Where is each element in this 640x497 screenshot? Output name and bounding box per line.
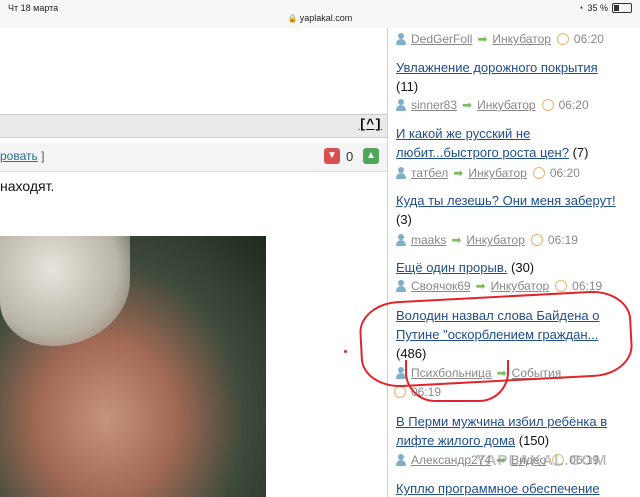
user-icon xyxy=(396,167,406,179)
arrow-icon: ➡ xyxy=(475,279,486,293)
sidebar: DedGerFoll ➡ Инкубатор 06:20 Увлажнение … xyxy=(388,28,640,497)
thumb-down-icon[interactable]: ▼ xyxy=(324,148,340,164)
item-title[interactable]: Куплю программное обеспечение xyxy=(396,481,600,496)
sidebar-item: Куплю программное обеспечение xyxy=(396,479,636,497)
user-icon xyxy=(396,99,406,111)
item-section[interactable]: Инкубатор xyxy=(492,32,551,46)
item-time: 06:20 xyxy=(573,32,604,46)
post-photo xyxy=(0,236,266,497)
status-time: Чт 18 марта xyxy=(8,3,59,13)
wifi-icon: ◔ xyxy=(578,3,584,13)
user-icon xyxy=(396,33,406,45)
clock-icon xyxy=(541,99,554,111)
post-toolbar: ровать ] ▼ 0 ▲ xyxy=(0,143,387,172)
item-title[interactable]: Увлажнение дорожного покрытия xyxy=(396,60,598,75)
item-time: 06:20 xyxy=(549,166,580,180)
clock-icon xyxy=(555,280,568,292)
clock-icon xyxy=(556,33,569,45)
sidebar-item: Ещё один прорыв. (30) xyxy=(396,258,636,277)
item-title-line1[interactable]: В Перми мужчина избил ребёнка в xyxy=(396,414,607,429)
scroll-top-button[interactable]: [^] xyxy=(359,117,382,132)
item-title[interactable]: Куда ты лезешь? Они меня заберут! xyxy=(396,193,616,208)
thumb-up-icon[interactable]: ▲ xyxy=(363,148,379,164)
sidebar-item: Куда ты лезешь? Они меня заберут! (3) xyxy=(396,191,636,229)
clock-icon xyxy=(394,386,406,398)
edit-bracket: ] xyxy=(41,149,45,163)
annotation-dot xyxy=(344,350,347,353)
item-meta: maaks ➡ Инкубатор 06:19 xyxy=(396,233,578,247)
item-count: (150) xyxy=(518,433,550,448)
battery-percent: 35 % xyxy=(587,3,608,13)
address-bar[interactable]: 🔒 yaplakal.com xyxy=(0,13,640,23)
sidebar-item: Увлажнение дорожного покрытия (11) xyxy=(396,58,636,96)
arrow-icon: ➡ xyxy=(477,32,488,46)
clock-icon xyxy=(530,234,543,246)
item-section[interactable]: Инкубатор xyxy=(491,279,550,293)
sidebar-item: И какой же русский не любит...быстрого р… xyxy=(396,124,636,162)
item-title-line2[interactable]: любит...быстрого роста цен? xyxy=(396,145,569,160)
vote-count: 0 xyxy=(346,149,354,164)
status-bar: Чт 18 марта 🔒 yaplakal.com ◔ 35 % xyxy=(0,0,640,28)
arrow-icon: ➡ xyxy=(462,98,473,112)
photo-hair xyxy=(0,236,130,346)
item-section[interactable]: Инкубатор xyxy=(468,166,527,180)
watermark: YAPLAKAL.COM xyxy=(476,452,608,469)
user-icon xyxy=(396,280,406,292)
post-header-bar: [^] xyxy=(0,114,387,138)
item-count: (11) xyxy=(396,79,419,94)
item-section[interactable]: Инкубатор xyxy=(477,98,536,112)
item-user[interactable]: Своячок69 xyxy=(411,279,471,293)
edit-link[interactable]: ровать ] xyxy=(0,149,44,163)
user-icon xyxy=(396,454,406,466)
arrow-icon: ➡ xyxy=(451,233,462,247)
item-count: (3) xyxy=(396,212,412,227)
battery-icon xyxy=(612,3,632,13)
arrow-icon: ➡ xyxy=(453,166,464,180)
item-meta: DedGerFoll ➡ Инкубатор 06:20 xyxy=(396,32,604,46)
url-text: yaplakal.com xyxy=(299,13,353,23)
user-icon xyxy=(396,234,406,246)
item-meta: татбел ➡ Инкубатор 06:20 xyxy=(396,166,580,180)
status-indicators: ◔ 35 % xyxy=(578,3,632,13)
item-count: (30) xyxy=(511,260,535,275)
item-title[interactable]: Ещё один прорыв. xyxy=(396,260,507,275)
lock-icon: 🔒 xyxy=(287,14,298,23)
item-title-line2[interactable]: лифте жилого дома xyxy=(396,433,515,448)
clock-icon xyxy=(532,167,545,179)
edit-link-label[interactable]: ровать xyxy=(0,149,38,163)
item-user[interactable]: sinner83 xyxy=(411,98,457,112)
sidebar-item: В Перми мужчина избил ребёнка в лифте жи… xyxy=(396,412,636,450)
item-section[interactable]: Инкубатор xyxy=(466,233,525,247)
post-text: находят. xyxy=(0,178,55,194)
item-title-line1[interactable]: И какой же русский не xyxy=(396,126,530,141)
item-meta: Своячок69 ➡ Инкубатор 06:19 xyxy=(396,279,602,293)
item-user[interactable]: татбел xyxy=(411,166,448,180)
item-time: 06:20 xyxy=(558,98,589,112)
item-count: (7) xyxy=(572,145,589,160)
item-user[interactable]: DedGerFoll xyxy=(411,32,472,46)
item-user[interactable]: maaks xyxy=(411,233,446,247)
item-meta: sinner83 ➡ Инкубатор 06:20 xyxy=(396,98,589,112)
annotation-curve xyxy=(405,360,509,402)
item-time: 06:19 xyxy=(547,233,578,247)
